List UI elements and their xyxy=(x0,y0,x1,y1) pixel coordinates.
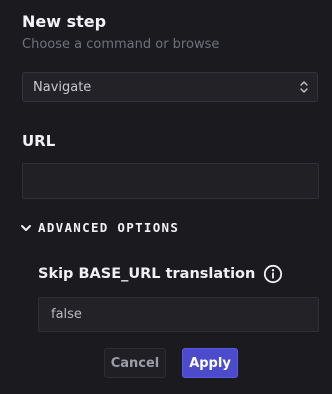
command-select[interactable]: Navigate xyxy=(22,72,318,102)
url-label: URL xyxy=(22,132,56,150)
chevron-up-down-icon xyxy=(300,81,308,93)
skip-base-url-field[interactable]: false xyxy=(38,297,319,332)
panel-subtitle: Choose a command or browse xyxy=(22,37,220,52)
chevron-down-icon xyxy=(21,224,31,231)
skip-base-url-row: Skip BASE_URL translation xyxy=(38,264,283,284)
command-select-value: Navigate xyxy=(33,80,92,95)
cancel-button[interactable]: Cancel xyxy=(104,348,166,378)
panel-title: New step xyxy=(22,12,107,31)
advanced-options-toggle[interactable]: ADVANCED OPTIONS xyxy=(20,220,179,235)
url-input[interactable] xyxy=(22,163,319,199)
new-step-panel: New step Choose a command or browse Navi… xyxy=(0,0,332,394)
info-icon[interactable] xyxy=(263,264,283,284)
skip-base-url-label: Skip BASE_URL translation xyxy=(38,266,256,282)
advanced-options-label: ADVANCED OPTIONS xyxy=(38,220,180,235)
apply-button[interactable]: Apply xyxy=(182,348,238,378)
